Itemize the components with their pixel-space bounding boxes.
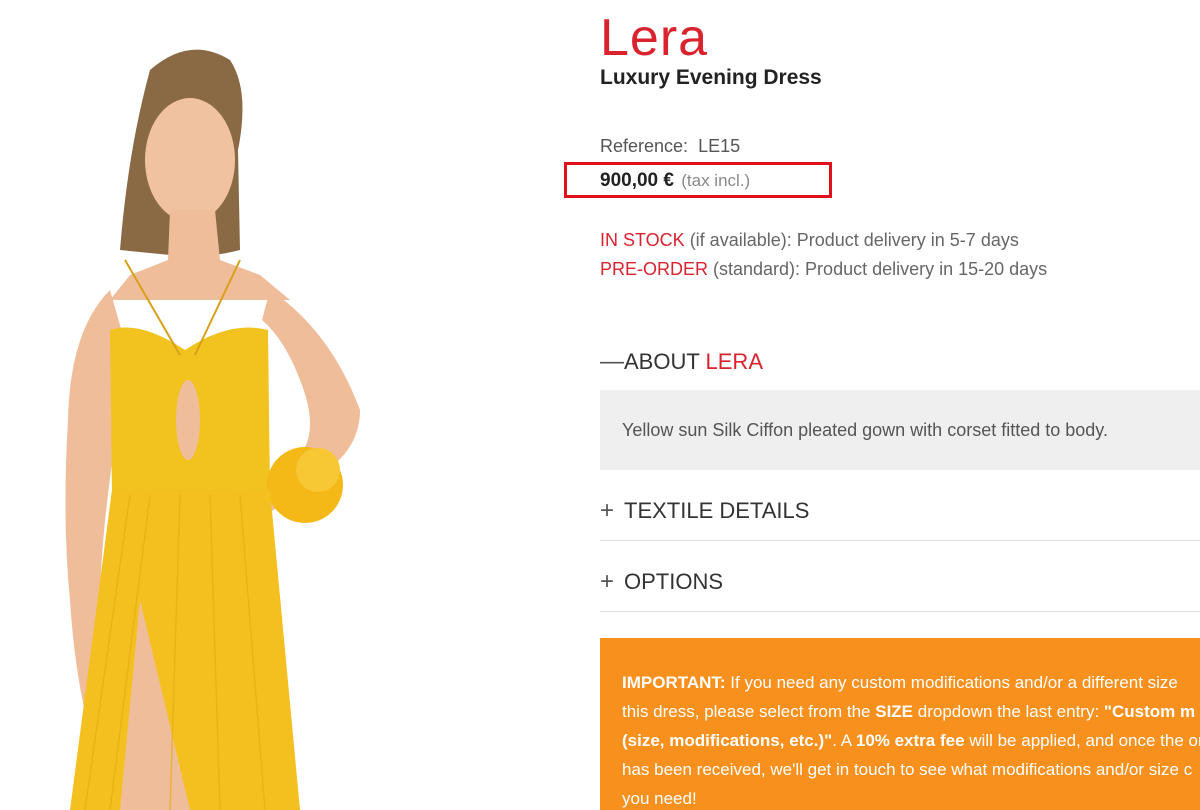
- product-subtitle: Luxury Evening Dress: [600, 66, 822, 89]
- tax-note: (tax incl.): [681, 171, 751, 190]
- notice-line: IMPORTANT: If you need any custom modifi…: [622, 673, 1178, 692]
- product-brand-title: Lera: [600, 9, 709, 67]
- in-stock-text: (if available): Product delivery in 5-7 …: [684, 230, 1019, 250]
- product-photo: [0, 0, 560, 810]
- about-prefix: ABOUT: [624, 349, 706, 374]
- preorder-label: PRE-ORDER: [600, 259, 709, 279]
- preorder-info: PRE-ORDER (standard): Product delivery i…: [600, 259, 1047, 280]
- reference-value: LE15: [698, 136, 741, 156]
- expand-icon: +: [600, 568, 615, 595]
- notice-line: you need!: [622, 789, 697, 808]
- accordion-options-header[interactable]: + OPTIONS: [600, 568, 1200, 608]
- notice-line: this dress, please select from the SIZE …: [622, 702, 1196, 721]
- divider: [600, 611, 1200, 612]
- reference-label: Reference:: [600, 136, 689, 156]
- accordion-textile-header[interactable]: + TEXTILE DETAILS: [600, 497, 1200, 537]
- product-info: Lera Luxury Evening Dress Reference: LE15…: [564, 0, 1200, 810]
- product-price: 900,00 € (tax incl.): [600, 170, 750, 192]
- accordion-about-header[interactable]: —ABOUT LERA: [600, 348, 1200, 388]
- divider: [600, 540, 1200, 541]
- accordion-about-body: Yellow sun Silk Ciffon pleated gown with…: [600, 390, 1200, 470]
- model-in-yellow-dress-image: [65, 49, 360, 810]
- custom-size-notice: IMPORTANT: If you need any custom modifi…: [600, 638, 1200, 810]
- preorder-text: (standard): Product delivery in 15-20 da…: [708, 259, 1048, 279]
- in-stock-label: IN STOCK: [600, 230, 685, 250]
- about-name: LERA: [705, 349, 763, 374]
- in-stock-info: IN STOCK (if available): Product deliver…: [600, 230, 1019, 251]
- textile-label: TEXTILE DETAILS: [624, 498, 810, 523]
- options-label: OPTIONS: [624, 569, 724, 594]
- notice-line: (size, modifications, etc.)". A 10% extr…: [622, 731, 1200, 750]
- expand-icon: +: [600, 497, 615, 524]
- price-value: 900,00 €: [600, 170, 674, 191]
- product-reference: Reference: LE15: [600, 136, 740, 157]
- notice-line: has been received, we'll get in touch to…: [622, 760, 1193, 779]
- collapse-icon: —: [600, 348, 624, 375]
